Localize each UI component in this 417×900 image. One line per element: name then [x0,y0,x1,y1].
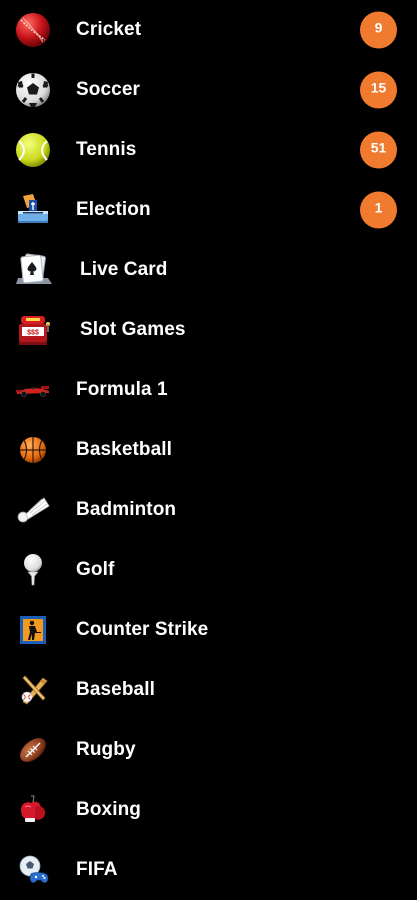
menu-item-label: Basketball [76,439,173,460]
sports-menu: Cricket 9 Soccer 15 Tennis 51 Election 1… [0,0,417,895]
counter-strike-icon [14,611,52,649]
event-count-badge: 51 [360,131,397,169]
event-count-badge: 15 [360,71,397,109]
menu-item-fifa[interactable]: FIFA [0,840,417,900]
event-count-badge: 9 [360,11,397,49]
playing-card-icon [14,251,52,289]
menu-item-label: Baseball [76,679,155,700]
menu-item-label: Rugby [76,739,136,760]
ballot-box-icon [14,191,52,229]
golf-ball-on-tee-icon [14,551,52,589]
slot-machine-icon: $$$ [14,311,52,349]
menu-item-label: Formula 1 [76,379,168,400]
rugby-ball-icon [14,731,52,769]
menu-item-label: Cricket [76,19,142,40]
menu-item-label: Badminton [76,499,177,520]
menu-item-label: Slot Games [80,319,186,340]
menu-item-label: Live Card [80,259,168,280]
menu-item-label: Tennis [76,139,137,160]
basketball-icon [14,431,52,469]
menu-item-golf[interactable]: Golf [0,540,417,600]
menu-item-slot-games[interactable]: $$$ Slot Games [0,300,417,360]
menu-item-label: Election [76,199,151,220]
tennis-ball-icon [14,131,52,169]
menu-item-label: Counter Strike [76,619,209,640]
menu-item-label: Golf [76,559,115,580]
menu-item-formula-1[interactable]: Formula 1 [0,360,417,420]
menu-item-label: Boxing [76,799,141,820]
event-count-badge: 1 [360,191,397,229]
menu-item-badminton[interactable]: Badminton [0,480,417,540]
fifa-controller-icon [14,851,52,889]
menu-item-counter-strike[interactable]: Counter Strike [0,600,417,660]
menu-item-baseball[interactable]: Baseball [0,660,417,720]
menu-item-tennis[interactable]: Tennis 51 [0,120,417,180]
race-car-icon [14,371,52,409]
shuttlecock-icon [14,491,52,529]
baseball-bat-icon [14,671,52,709]
menu-item-soccer[interactable]: Soccer 15 [0,60,417,120]
menu-item-basketball[interactable]: Basketball [0,420,417,480]
soccer-ball-icon [14,71,52,109]
menu-item-label: FIFA [76,859,118,880]
menu-item-cricket[interactable]: Cricket 9 [0,0,417,60]
menu-item-label: Soccer [76,79,140,100]
svg-text:$$$: $$$ [27,330,39,337]
menu-item-live-card[interactable]: Live Card [0,240,417,300]
menu-item-election[interactable]: Election 1 [0,180,417,240]
menu-item-rugby[interactable]: Rugby [0,720,417,780]
menu-item-boxing[interactable]: Boxing [0,780,417,840]
boxing-glove-icon [14,791,52,829]
cricket-ball-icon [14,11,52,49]
